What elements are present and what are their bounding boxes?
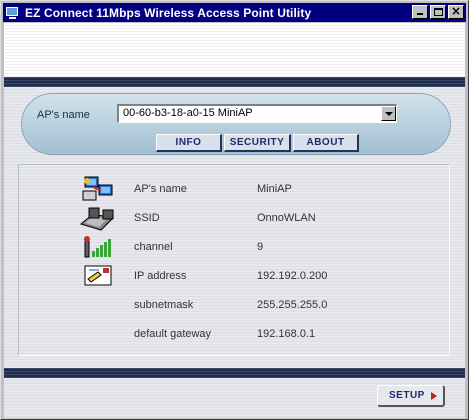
info-panel: AP's name MiniAP SSID OnnoWLAN channel 9… — [18, 164, 450, 356]
dropdown-button[interactable] — [381, 106, 396, 121]
info-value: 9 — [257, 241, 264, 253]
chevron-down-icon — [385, 112, 393, 116]
setup-button[interactable]: SETUP — [377, 385, 445, 407]
info-label: IP address — [134, 270, 187, 282]
app-icon — [5, 5, 21, 21]
maximize-icon — [434, 8, 443, 16]
setup-label: SETUP — [389, 390, 425, 401]
info-row-channel: channel 9 — [19, 233, 449, 262]
window-title: EZ Connect 11Mbps Wireless Access Point … — [25, 5, 312, 20]
maximize-button[interactable] — [430, 5, 446, 19]
info-value: 192.168.0.1 — [257, 328, 316, 340]
info-label: default gateway — [134, 328, 212, 340]
access-point-icon — [79, 204, 117, 232]
info-value: 192.192.0.200 — [257, 270, 328, 282]
title-bar[interactable]: EZ Connect 11Mbps Wireless Access Point … — [3, 3, 466, 22]
main-content: AP's name 00-60-b3-18-a0-15 MiniAP INFO … — [4, 87, 465, 368]
header-divider — [4, 77, 465, 87]
minimize-icon — [417, 13, 423, 15]
info-value: OnnoWLAN — [257, 212, 316, 224]
info-row-ssid: SSID OnnoWLAN — [19, 204, 449, 233]
info-row-subnetmask: subnetmask 255.255.255.0 — [19, 291, 449, 320]
header-banner — [4, 23, 465, 77]
address-card-icon — [79, 262, 117, 290]
info-value: MiniAP — [257, 183, 292, 195]
ap-name-selected: 00-60-b3-18-a0-15 MiniAP — [123, 107, 253, 119]
window-controls: × — [412, 4, 464, 19]
tab-bar: INFO SECURITY ABOUT — [156, 134, 361, 152]
info-row-ip-address: IP address 192.192.0.200 — [19, 262, 449, 291]
close-icon: × — [450, 4, 462, 18]
minimize-button[interactable] — [412, 5, 428, 19]
tab-info[interactable]: INFO — [156, 134, 222, 152]
app-window: EZ Connect 11Mbps Wireless Access Point … — [0, 0, 469, 420]
close-button[interactable]: × — [448, 4, 464, 19]
info-label: subnetmask — [134, 299, 194, 311]
info-label: SSID — [134, 212, 160, 224]
network-computers-icon — [79, 175, 117, 203]
ap-name-dropdown[interactable]: 00-60-b3-18-a0-15 MiniAP — [117, 104, 397, 123]
ap-name-label: AP's name — [37, 109, 90, 121]
info-label: channel — [134, 241, 173, 253]
footer-divider — [4, 368, 465, 378]
play-arrow-icon — [431, 392, 437, 400]
info-value: 255.255.255.0 — [257, 299, 328, 311]
footer-bar: SETUP — [4, 378, 465, 418]
tab-security[interactable]: SECURITY — [224, 134, 291, 152]
ap-selector-panel: AP's name 00-60-b3-18-a0-15 MiniAP INFO … — [21, 93, 451, 155]
info-label: AP's name — [134, 183, 187, 195]
info-row-default-gateway: default gateway 192.168.0.1 — [19, 320, 449, 349]
signal-bars-icon — [79, 233, 117, 261]
info-row-ap-name: AP's name MiniAP — [19, 175, 449, 204]
tab-about[interactable]: ABOUT — [293, 134, 359, 152]
